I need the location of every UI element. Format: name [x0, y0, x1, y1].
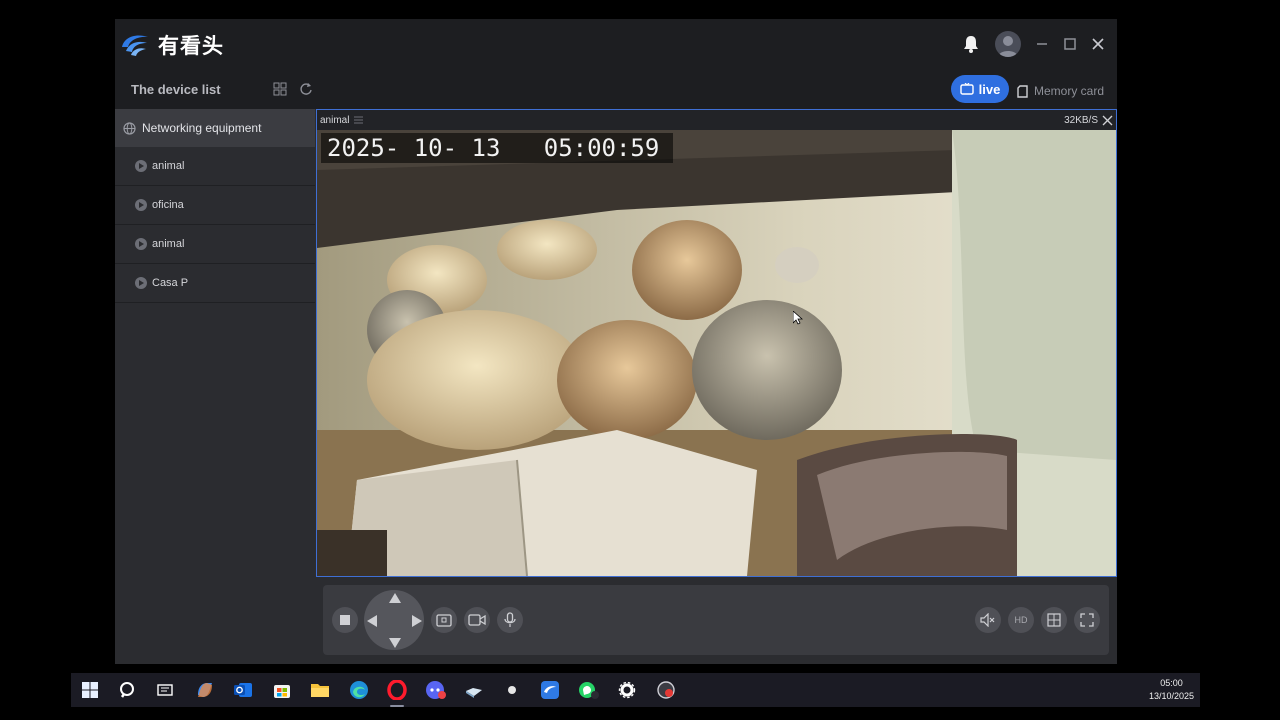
mute-icon: [980, 613, 995, 627]
task-view-icon[interactable]: [153, 678, 177, 702]
mute-button[interactable]: [975, 607, 1001, 633]
mouse-cursor-icon: [793, 311, 803, 325]
hd-button[interactable]: HD: [1008, 607, 1034, 633]
minimize-icon[interactable]: [1035, 37, 1049, 51]
discord-icon[interactable]: [424, 678, 448, 702]
microphone-button[interactable]: [497, 607, 523, 633]
ptz-left-icon: [367, 615, 377, 627]
fullscreen-icon: [1080, 613, 1094, 627]
clock-date: 13/10/2025: [1148, 691, 1194, 701]
ptz-down-button[interactable]: [388, 637, 402, 649]
refresh-icon[interactable]: [299, 82, 313, 96]
grid-layout-button[interactable]: [1041, 607, 1067, 633]
device-list-tools: [273, 82, 313, 96]
whatsapp-icon[interactable]: [577, 678, 601, 702]
copilot-icon[interactable]: [193, 678, 217, 702]
system-clock[interactable]: 05:00 13/10/2025: [1149, 677, 1194, 703]
osd-timestamp: 2025- 10- 13 05:00:59: [321, 133, 674, 163]
outlook-icon[interactable]: [231, 678, 255, 702]
logo-text: 有看头: [158, 35, 224, 58]
snapshot-icon: [436, 614, 452, 627]
device-item-animal-1[interactable]: animal: [115, 147, 315, 186]
grid-view-icon[interactable]: [273, 82, 287, 96]
clock-time: 05:00: [1160, 678, 1183, 688]
app-window: 有看头 The device list live Memory card Net…: [115, 19, 1117, 664]
active-indicator: [390, 705, 404, 707]
avatar[interactable]: [995, 31, 1021, 57]
live-button[interactable]: live: [951, 75, 1009, 103]
settings-icon[interactable]: [615, 678, 639, 702]
device-group-networking[interactable]: Networking equipment: [115, 109, 315, 147]
video-pane[interactable]: animal 32KB/S 2025- 10- 13 05:00:59: [316, 109, 1117, 577]
windows-start-icon[interactable]: [78, 678, 102, 702]
hd-label: HD: [1014, 615, 1028, 625]
camera-status-icon: [135, 277, 147, 289]
search-icon[interactable]: [116, 678, 140, 702]
app-logo: 有看头: [120, 30, 224, 60]
ptz-right-button[interactable]: [411, 614, 423, 628]
device-label: oficina: [152, 199, 184, 211]
ptz-left-button[interactable]: [366, 614, 378, 628]
group-label: Networking equipment: [142, 121, 262, 135]
bitrate: 32KB/S: [1064, 114, 1098, 126]
stop-icon: [340, 615, 350, 625]
device-label: animal: [152, 238, 185, 250]
file-explorer-icon[interactable]: [308, 678, 332, 702]
device-item-animal-2[interactable]: animal: [115, 225, 315, 264]
video-header: animal 32KB/S: [317, 110, 1116, 130]
sub-header: The device list live Memory card: [115, 71, 1117, 109]
device-label: Casa P: [152, 277, 189, 289]
bell-icon[interactable]: [961, 34, 981, 54]
edge-icon[interactable]: [347, 678, 371, 702]
stop-button[interactable]: [332, 607, 358, 633]
globe-icon: [123, 121, 136, 135]
bitrate-wrap: 32KB/S: [1064, 115, 1113, 126]
logo-icon: [122, 35, 148, 56]
camera-name-wrap: animal: [320, 114, 364, 126]
close-icon[interactable]: [1091, 37, 1105, 51]
ptz-down-icon: [389, 638, 401, 648]
device-sidebar: Networking equipment animal oficina anim…: [115, 109, 315, 664]
grid-layout-icon: [1047, 613, 1061, 627]
user-icon: [998, 36, 1018, 57]
media-icon[interactable]: [500, 678, 524, 702]
device-item-casa-p[interactable]: Casa P: [115, 264, 315, 303]
camera-status-icon: [135, 160, 147, 172]
store-icon[interactable]: [270, 678, 294, 702]
memory-card-button[interactable]: Memory card: [1017, 80, 1112, 102]
memory-card-label: Memory card: [1034, 84, 1105, 98]
live-label: live: [978, 81, 1001, 97]
windows-taskbar: 05:00 13/10/2025: [71, 673, 1200, 707]
tv-icon: [959, 83, 974, 95]
device-list-title: The device list: [131, 82, 221, 97]
memory-card-icon: [1017, 84, 1028, 98]
camera-name: animal: [320, 114, 350, 126]
title-bar: 有看头: [115, 19, 1117, 71]
close-stream-icon[interactable]: [1102, 115, 1113, 126]
recorder-icon[interactable]: [654, 678, 678, 702]
record-icon: [468, 614, 486, 626]
camera-feed-image: [317, 130, 1116, 576]
ptz-up-icon: [389, 593, 401, 603]
ptz-up-button[interactable]: [388, 592, 402, 604]
camera-status-icon: [135, 199, 147, 211]
record-button[interactable]: [464, 607, 490, 633]
playback-controls: HD: [323, 585, 1109, 655]
camera-status-icon: [135, 238, 147, 250]
opera-icon[interactable]: [379, 673, 415, 707]
device-item-oficina[interactable]: oficina: [115, 186, 315, 225]
microphone-icon: [504, 612, 516, 627]
ptz-right-icon: [412, 615, 422, 627]
camera-app-icon[interactable]: [538, 678, 562, 702]
maximize-icon[interactable]: [1063, 37, 1077, 51]
window-controls: [961, 31, 1105, 57]
fullscreen-button[interactable]: [1074, 607, 1100, 633]
camera-feed[interactable]: 2025- 10- 13 05:00:59: [317, 130, 1116, 576]
steam-icon[interactable]: [462, 678, 486, 702]
snapshot-button[interactable]: [431, 607, 457, 633]
device-label: animal: [152, 160, 185, 172]
menu-icon[interactable]: [354, 116, 364, 124]
